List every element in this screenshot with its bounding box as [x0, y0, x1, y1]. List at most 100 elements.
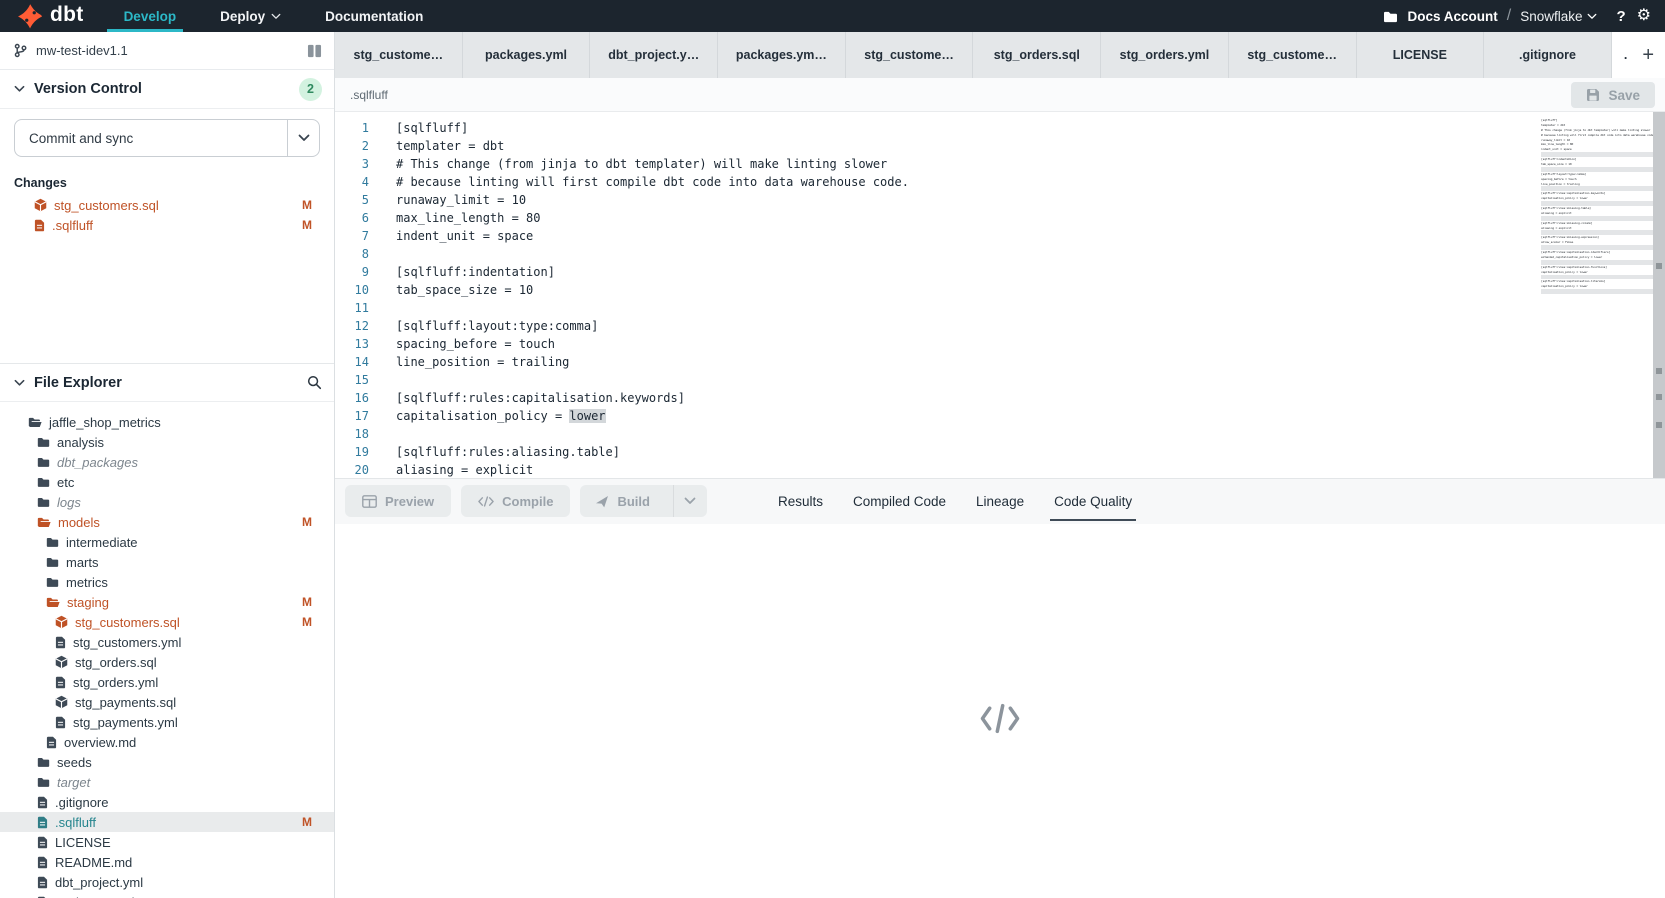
tree-item-models[interactable]: modelsM: [0, 512, 334, 532]
code-line[interactable]: 8: [335, 245, 1665, 263]
tree-item-stg-payments-sql[interactable]: stg_payments.sql: [0, 692, 334, 712]
tree-item-stg-customers-yml[interactable]: stg_customers.yml: [0, 632, 334, 652]
file-icon: [34, 219, 45, 232]
tree-item-stg-customers-sql[interactable]: stg_customers.sqlM: [0, 612, 334, 632]
tree-item-stg-orders-yml[interactable]: stg_orders.yml: [0, 672, 334, 692]
code-line[interactable]: 1[sqlfluff]: [335, 119, 1665, 137]
minimap[interactable]: [sqlfluff]templater = dbt# This change (…: [1541, 118, 1653, 294]
editor-tab-4[interactable]: stg_custome…: [846, 32, 974, 78]
new-tab-button[interactable]: +: [1636, 43, 1660, 67]
code-line[interactable]: 15: [335, 371, 1665, 389]
git-branch-row[interactable]: mw-test-idev1.1: [0, 32, 334, 70]
code-line[interactable]: 4# because linting will first compile db…: [335, 173, 1665, 191]
nav-develop[interactable]: Develop: [120, 0, 181, 32]
code-line[interactable]: 16[sqlfluff:rules:capitalisation.keyword…: [335, 389, 1665, 407]
tab-compiled-code[interactable]: Compiled Code: [838, 478, 961, 524]
tab-results[interactable]: Results: [763, 478, 838, 524]
code-text: [sqlfluff:rules:aliasing.table]: [396, 443, 620, 461]
tree-item-overview-md[interactable]: overview.md: [0, 732, 334, 752]
button-label: Build: [617, 494, 650, 509]
editor-tab-0[interactable]: stg_custome…: [335, 32, 463, 78]
tree-item-staging[interactable]: stagingM: [0, 592, 334, 612]
tree-item--sqlfluff[interactable]: .sqlfluffM: [0, 812, 334, 832]
editor-tab-5[interactable]: stg_orders.sql: [973, 32, 1101, 78]
code-line[interactable]: 9[sqlfluff:indentation]: [335, 263, 1665, 281]
settings-gear-icon[interactable]: ⚙: [1637, 8, 1651, 24]
tree-item-label: .gitignore: [55, 795, 108, 810]
tree-item-stg-orders-sql[interactable]: stg_orders.sql: [0, 652, 334, 672]
account-name[interactable]: Docs Account: [1407, 9, 1497, 24]
dbt-ide-app: dbt Develop Deploy Documentation Docs Acco…: [0, 0, 1665, 898]
code-line[interactable]: 2templater = dbt: [335, 137, 1665, 155]
build-icon: [595, 495, 609, 508]
tree-item-packages-yml[interactable]: packages.yml: [0, 892, 334, 898]
dbt-logo[interactable]: dbt: [18, 0, 84, 32]
editor-tab-2[interactable]: dbt_project.y…: [590, 32, 718, 78]
modified-badge: M: [302, 198, 312, 212]
nav-documentation[interactable]: Documentation: [321, 0, 427, 32]
search-icon[interactable]: [307, 375, 322, 390]
code-line[interactable]: 19[sqlfluff:rules:aliasing.table]: [335, 443, 1665, 461]
tree-item-intermediate[interactable]: intermediate: [0, 532, 334, 552]
docs-panel-icon[interactable]: [307, 44, 322, 58]
tree-item-stg-payments-yml[interactable]: stg_payments.yml: [0, 712, 334, 732]
tree-item-readme-md[interactable]: README.md: [0, 852, 334, 872]
tree-item-dbt-packages[interactable]: dbt_packages: [0, 452, 334, 472]
save-button[interactable]: Save: [1571, 82, 1655, 108]
version-control-header[interactable]: Version Control 2: [0, 70, 334, 109]
preview-button[interactable]: Preview: [345, 485, 451, 517]
tree-item-jaffle-shop-metrics[interactable]: jaffle_shop_metrics: [0, 412, 334, 432]
folder-icon: [37, 436, 50, 448]
build-options-chevron[interactable]: [673, 485, 707, 517]
active-tab-partial[interactable]: .: [1612, 48, 1627, 62]
tab-lineage[interactable]: Lineage: [961, 478, 1039, 524]
editor-tab-8[interactable]: LICENSE: [1357, 32, 1485, 78]
build-button[interactable]: Build: [580, 485, 707, 517]
code-line[interactable]: 14line_position = trailing: [335, 353, 1665, 371]
code-line[interactable]: 11: [335, 299, 1665, 317]
file-explorer-header[interactable]: File Explorer: [0, 363, 334, 402]
connection-selector[interactable]: Snowflake: [1520, 9, 1597, 24]
editor-scrollbar[interactable]: [1653, 112, 1665, 478]
commit-options-chevron[interactable]: [287, 120, 319, 156]
tree-item-marts[interactable]: marts: [0, 552, 334, 572]
code-line[interactable]: 12[sqlfluff:layout:type:comma]: [335, 317, 1665, 335]
commit-and-sync-button[interactable]: Commit and sync: [14, 119, 320, 157]
editor-tab-9[interactable]: .gitignore: [1484, 32, 1612, 78]
tree-item-target[interactable]: target: [0, 772, 334, 792]
editor-tab-7[interactable]: stg_custome…: [1229, 32, 1357, 78]
tree-item-etc[interactable]: etc: [0, 472, 334, 492]
tree-item-analysis[interactable]: analysis: [0, 432, 334, 452]
tree-item-label: stg_customers.yml: [73, 635, 181, 650]
change-item[interactable]: stg_customers.sqlM: [0, 195, 334, 215]
code-line[interactable]: 20aliasing = explicit: [335, 461, 1665, 478]
line-number: 1: [335, 119, 369, 137]
code-line[interactable]: 10tab_space_size = 10: [335, 281, 1665, 299]
file-explorer-title: File Explorer: [34, 375, 122, 391]
code-line[interactable]: 3# This change (from jinja to dbt templa…: [335, 155, 1665, 173]
tree-item-label: stg_orders.yml: [73, 675, 158, 690]
tab-code-quality[interactable]: Code Quality: [1039, 478, 1147, 524]
nav-deploy[interactable]: Deploy: [216, 0, 285, 32]
code-line[interactable]: 17capitalisation_policy = lower: [335, 407, 1665, 425]
tree-item-seeds[interactable]: seeds: [0, 752, 334, 772]
line-number: 13: [335, 335, 369, 353]
tree-item-metrics[interactable]: metrics: [0, 572, 334, 592]
tree-item--gitignore[interactable]: .gitignore: [0, 792, 334, 812]
editor-tab-1[interactable]: packages.yml: [463, 32, 591, 78]
tree-item-license[interactable]: LICENSE: [0, 832, 334, 852]
code-line[interactable]: 6max_line_length = 80: [335, 209, 1665, 227]
help-icon[interactable]: ?: [1616, 8, 1625, 25]
editor-tab-6[interactable]: stg_orders.yml: [1101, 32, 1229, 78]
tree-item-dbt-project-yml[interactable]: dbt_project.yml: [0, 872, 334, 892]
code-line[interactable]: 7indent_unit = space: [335, 227, 1665, 245]
code-line[interactable]: 5runaway_limit = 10: [335, 191, 1665, 209]
code-line[interactable]: 18: [335, 425, 1665, 443]
editor-tabbar: stg_custome…packages.ymldbt_project.y…pa…: [335, 32, 1665, 78]
change-item[interactable]: .sqlfluffM: [0, 215, 334, 235]
editor-tab-3[interactable]: packages.ym…: [718, 32, 846, 78]
code-line[interactable]: 13spacing_before = touch: [335, 335, 1665, 353]
tree-item-logs[interactable]: logs: [0, 492, 334, 512]
highlighted-value: lower: [569, 409, 605, 423]
compile-button[interactable]: Compile: [461, 485, 570, 517]
